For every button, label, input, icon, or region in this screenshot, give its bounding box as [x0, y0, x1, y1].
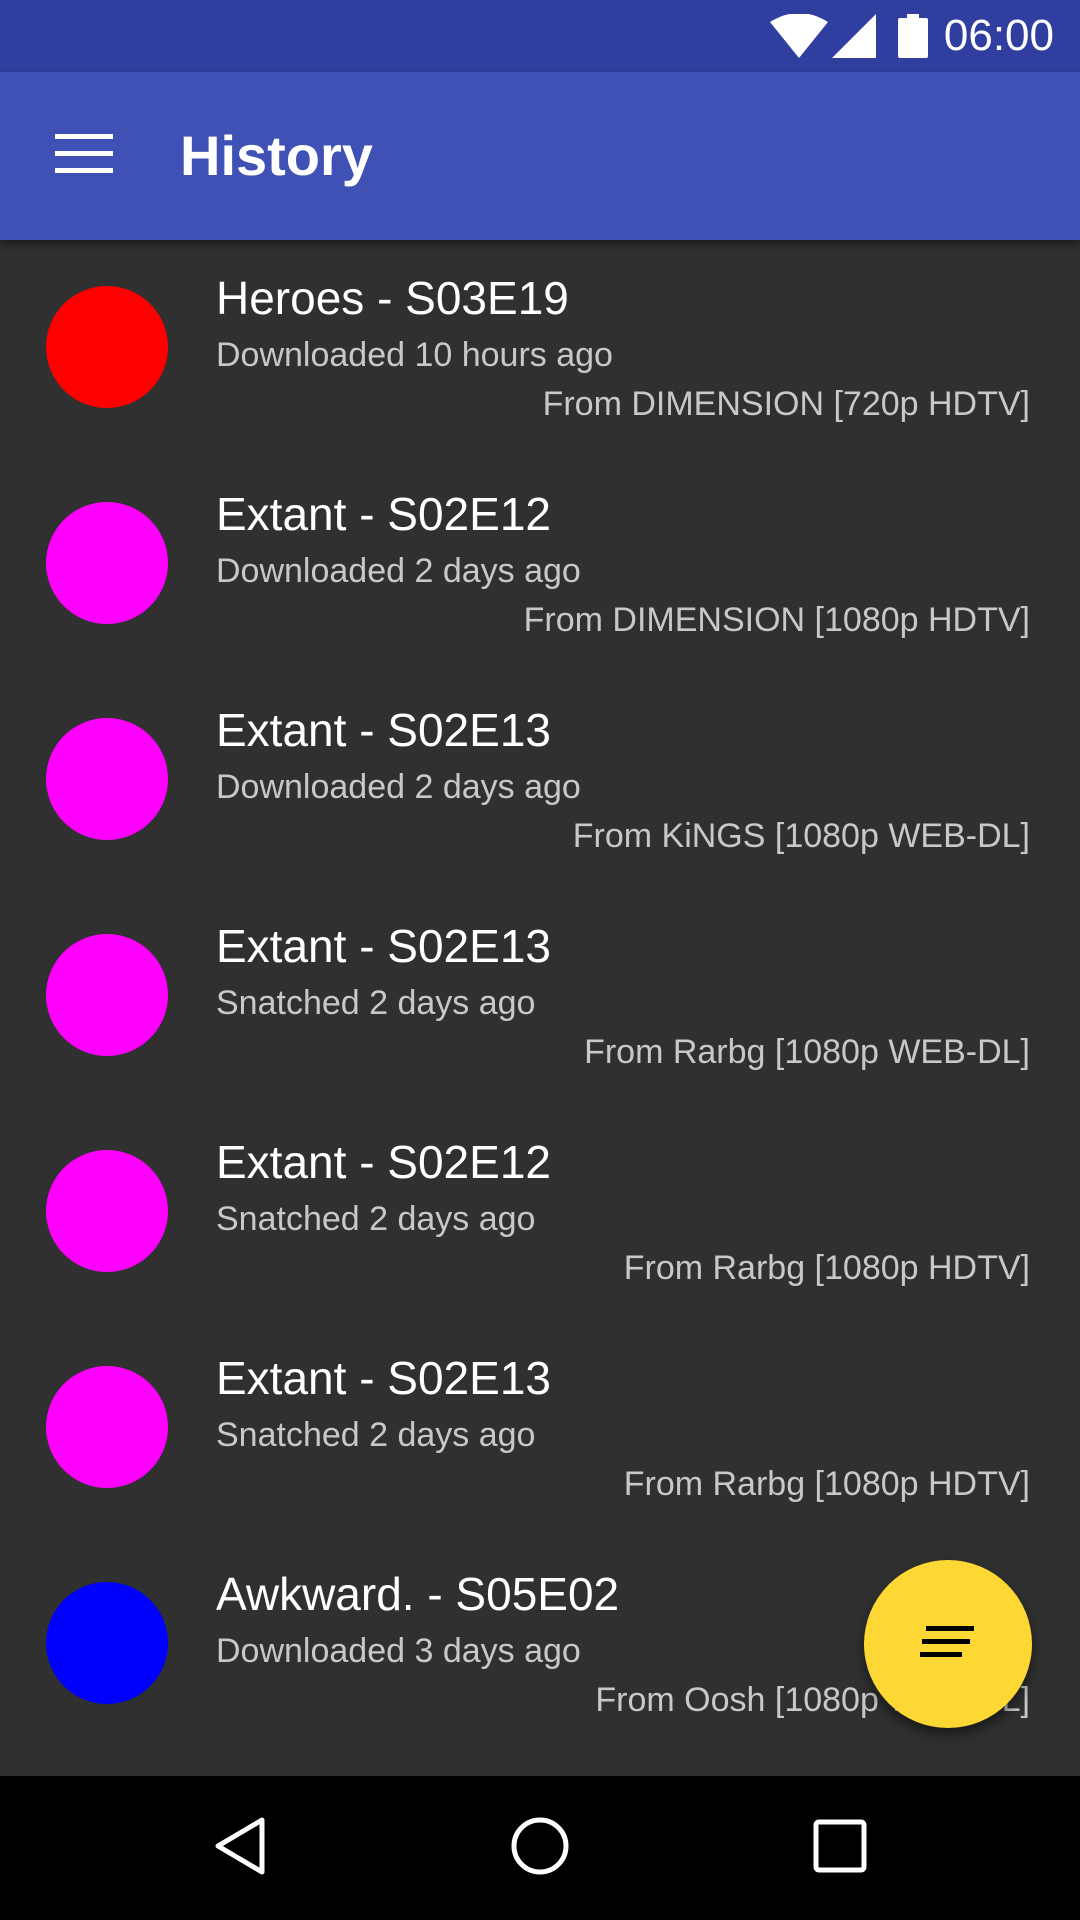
status-color-avatar	[46, 934, 168, 1056]
battery-icon	[898, 14, 928, 63]
system-nav-bar	[0, 1776, 1080, 1920]
episode-title: Extant - S02E12	[216, 488, 551, 540]
status-color-avatar	[46, 1582, 168, 1704]
episode-status: Downloaded 10 hours ago	[216, 336, 613, 374]
list-item[interactable]: Extant - S02E13 Snatched 2 days ago From…	[0, 1320, 1080, 1536]
list-item[interactable]: Extant - S02E13 Downloaded 2 days ago Fr…	[0, 672, 1080, 888]
episode-title: Heroes - S03E19	[216, 272, 569, 324]
episode-source: From Rarbg [1080p WEB-DL]	[584, 1033, 1030, 1071]
episode-source: From DIMENSION [720p HDTV]	[542, 385, 1030, 423]
status-color-avatar	[46, 502, 168, 624]
episode-title: Extant - S02E13	[216, 1352, 551, 1404]
recents-button[interactable]	[790, 1798, 890, 1898]
history-list[interactable]: Heroes - S03E19 Downloaded 10 hours ago …	[0, 240, 1080, 1776]
list-item[interactable]: Extant - S02E12 Snatched 2 days ago From…	[0, 1104, 1080, 1320]
episode-title: Extant - S02E12	[216, 1136, 551, 1188]
sort-fab-button[interactable]	[864, 1560, 1032, 1728]
episode-status: Snatched 2 days ago	[216, 1200, 536, 1238]
episode-title: Awkward. - S05E02	[216, 1568, 620, 1620]
app-bar: History	[0, 72, 1080, 240]
page-title: History	[180, 124, 373, 187]
sort-icon	[920, 1625, 976, 1663]
status-color-avatar	[46, 286, 168, 408]
episode-status: Snatched 2 days ago	[216, 1416, 536, 1454]
status-color-avatar	[46, 1150, 168, 1272]
status-color-avatar	[46, 1366, 168, 1488]
episode-status: Downloaded 2 days ago	[216, 552, 581, 590]
episode-source: From Rarbg [1080p HDTV]	[623, 1249, 1030, 1287]
episode-status: Downloaded 3 days ago	[216, 1632, 581, 1670]
episode-source: From KiNGS [1080p WEB-DL]	[572, 817, 1030, 855]
status-color-avatar	[46, 718, 168, 840]
list-item[interactable]: Heroes - S03E19 Downloaded 10 hours ago …	[0, 240, 1080, 456]
episode-status: Snatched 2 days ago	[216, 984, 536, 1022]
home-icon	[510, 1816, 570, 1881]
home-button[interactable]	[490, 1798, 590, 1898]
status-time: 06:00	[943, 11, 1054, 60]
episode-source: From DIMENSION [1080p HDTV]	[523, 601, 1030, 639]
cell-signal-icon	[832, 14, 876, 63]
back-icon	[212, 1816, 268, 1881]
episode-status: Downloaded 2 days ago	[216, 768, 581, 806]
episode-title: Extant - S02E13	[216, 704, 551, 756]
episode-source: From Rarbg [1080p HDTV]	[623, 1465, 1030, 1503]
list-item[interactable]: Extant - S02E13 Snatched 2 days ago From…	[0, 888, 1080, 1104]
status-bar: 06:00	[0, 0, 1080, 72]
recents-icon	[813, 1819, 867, 1878]
back-button[interactable]	[190, 1798, 290, 1898]
episode-title: Extant - S02E13	[216, 920, 551, 972]
wifi-icon	[770, 13, 828, 63]
menu-button[interactable]	[34, 114, 134, 198]
hamburger-menu-icon	[55, 133, 113, 179]
list-item[interactable]: Extant - S02E12 Downloaded 2 days ago Fr…	[0, 456, 1080, 672]
